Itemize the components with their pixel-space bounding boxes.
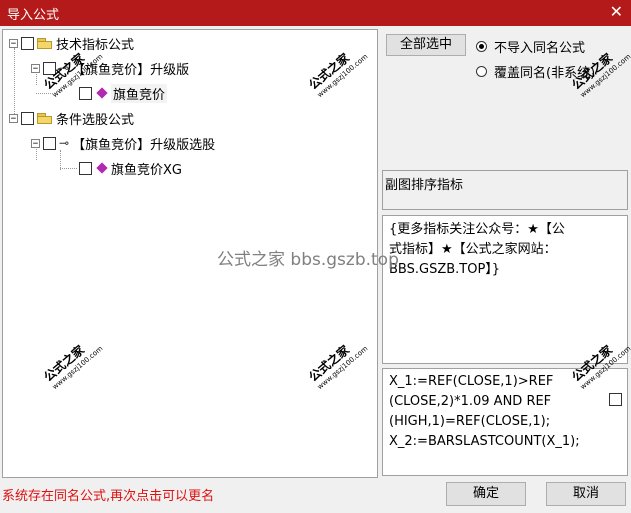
ok-button[interactable]: 确定 — [446, 482, 526, 506]
tree-label: 【旗鱼竞价】升级版选股 — [72, 137, 216, 153]
collapse-icon[interactable]: − — [9, 38, 18, 48]
tree-root-indicators[interactable]: − 技术指标公式 — [9, 34, 134, 53]
collapse-icon[interactable]: − — [31, 138, 40, 148]
radio-label: 不导入同名公式 — [494, 41, 586, 56]
tree-label: 旗鱼竞价 — [111, 83, 168, 103]
formula-diamond-icon — [96, 87, 108, 99]
folder-icon — [37, 37, 52, 49]
tree-root-screening[interactable]: − 条件选股公式 — [9, 109, 135, 128]
cancel-button[interactable]: 取消 — [546, 482, 626, 506]
status-message: 系统存在同名公式,再次点击可以更名 — [2, 489, 215, 504]
radio-unselected-icon — [476, 66, 487, 77]
collapse-icon[interactable]: − — [9, 113, 18, 123]
collapse-icon[interactable]: − — [31, 63, 40, 73]
key-icon: ⊸ — [59, 136, 70, 150]
window-title: 导入公式 — [7, 8, 60, 23]
checkbox[interactable] — [21, 36, 34, 50]
code-checkbox[interactable] — [609, 393, 622, 406]
radio-skip-duplicates[interactable]: 不导入同名公式 — [476, 37, 585, 56]
description-panel[interactable]: {更多指标关注公众号：★【公 式指标】★【公式之家网站： BBS.GSZB.TO… — [382, 215, 628, 364]
tree-line — [60, 168, 77, 169]
checkbox[interactable] — [21, 111, 34, 125]
tree-node-upgrade-screen[interactable]: − ⊸ 【旗鱼竞价】升级版选股 — [31, 134, 216, 153]
tree-leaf-indicator[interactable]: 旗鱼竞价 — [36, 83, 168, 103]
checkbox[interactable] — [79, 86, 92, 100]
center-watermark: 公式之家 bbs.gszb.top — [217, 250, 399, 270]
code-text: X_1:=REF(CLOSE,1)>REF (CLOSE,2)*1.09 AND… — [389, 374, 580, 449]
checkbox[interactable] — [79, 161, 92, 175]
chart-order-label: 副图排序指标 — [385, 178, 464, 193]
checkbox[interactable] — [43, 136, 56, 150]
tree-line — [14, 48, 15, 118]
radio-selected-icon — [476, 41, 487, 52]
tree-label: 旗鱼竞价XG — [111, 162, 182, 178]
select-all-button[interactable]: 全部选中 — [386, 34, 466, 56]
tree-label: 条件选股公式 — [56, 112, 135, 128]
folder-icon — [37, 112, 52, 124]
description-text: {更多指标关注公众号：★【公 式指标】★【公式之家网站： BBS.GSZB.TO… — [389, 222, 565, 277]
title-bar: 导入公式 ✕ — [0, 0, 631, 26]
tree-leaf-screen[interactable]: 旗鱼竞价XG — [55, 159, 182, 178]
chart-order-panel: 副图排序指标 — [382, 170, 628, 210]
formula-diamond-icon — [96, 162, 108, 174]
close-icon[interactable]: ✕ — [610, 2, 623, 21]
